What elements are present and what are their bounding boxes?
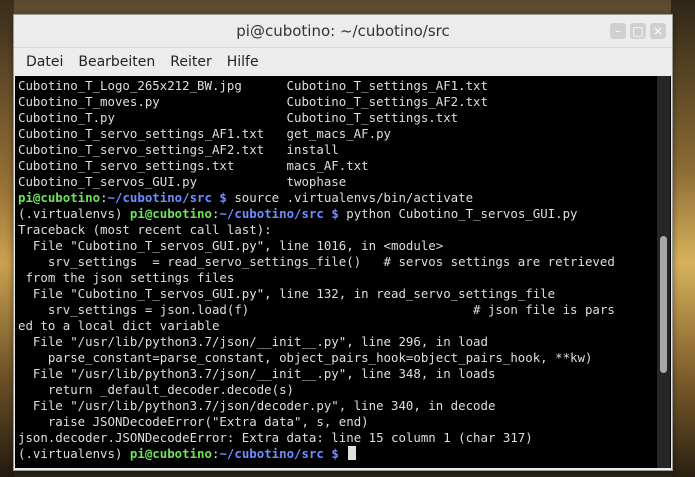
terminal-scrollbar[interactable] <box>657 76 670 468</box>
output-line: parse_constant=parse_constant, object_pa… <box>18 350 593 365</box>
file-name: Cubotino_T_servo_settings_AF1.txt <box>18 126 265 141</box>
ls-row: Cubotino_T_servo_settings.txt macs_AF.txt <box>18 158 655 174</box>
window-title: pi@cubotino: ~/cubotino/src <box>236 22 450 40</box>
prompt-path: ~/cubotino/src $ <box>107 190 227 205</box>
text-cursor <box>348 446 357 460</box>
file-name: Cubotino_T_settings_AF2.txt <box>286 94 488 109</box>
maximize-icon[interactable]: □ <box>630 23 646 39</box>
file-name: Cubotino_T.py <box>18 110 115 125</box>
output-line: Traceback (most recent call last): <box>18 222 272 237</box>
menu-bar: Datei Bearbeiten Reiter Hilfe <box>14 48 672 76</box>
output-line: srv_settings = read_servo_settings_file(… <box>18 254 615 269</box>
file-name: Cubotino_T_settings_AF1.txt <box>286 78 488 93</box>
shell-prompt-line: (.virtualenvs) pi@cubotino:~/cubotino/sr… <box>18 446 655 462</box>
file-name: Cubotino_T_servo_settings_AF2.txt <box>18 142 265 157</box>
title-bar[interactable]: pi@cubotino: ~/cubotino/src – □ × <box>14 15 672 48</box>
terminal-window: pi@cubotino: ~/cubotino/src – □ × Datei … <box>13 14 673 471</box>
file-name: Cubotino_T_servos_GUI.py <box>18 174 198 189</box>
shell-prompt-line: (.virtualenvs) pi@cubotino:~/cubotino/sr… <box>18 206 655 222</box>
file-name: macs_AF.txt <box>286 158 369 173</box>
output-line: srv_settings = json.load(f) # json file … <box>18 302 615 317</box>
ls-row: Cubotino_T_servo_settings_AF1.txt get_mac… <box>18 126 655 142</box>
file-name: get_macs_AF.py <box>286 126 391 141</box>
ls-row: Cubotino_T.py Cubotino_T_settings.txt <box>18 110 655 126</box>
file-name: Cubotino_T_servo_settings.txt <box>18 158 235 173</box>
prompt-path: ~/cubotino/src $ <box>219 446 339 461</box>
minimize-icon[interactable]: – <box>610 23 626 39</box>
ls-row: Cubotino_T_servo_settings_AF2.txt install <box>18 142 655 158</box>
menu-reiter[interactable]: Reiter <box>164 54 217 70</box>
window-controls: – □ × <box>610 23 666 39</box>
desktop-wallpaper-right <box>671 0 695 477</box>
file-name: Cubotino_T_Logo_265x212_BW.jpg <box>18 78 242 93</box>
close-icon[interactable]: × <box>650 23 666 39</box>
output-line: return _default_decoder.decode(s) <box>18 382 295 397</box>
ls-row: Cubotino_T_Logo_265x212_BW.jpg Cubotino_T… <box>18 78 655 94</box>
scrollbar-thumb[interactable] <box>660 236 667 373</box>
terminal-lines: Cubotino_T_Logo_265x212_BW.jpg Cubotino_T… <box>18 78 655 462</box>
command-text: python Cubotino_T_servos_GUI.py <box>338 206 578 221</box>
output-line: File "Cubotino_T_servos_GUI.py", line 13… <box>18 286 556 301</box>
terminal-output[interactable]: Cubotino_T_Logo_265x212_BW.jpg Cubotino_T… <box>15 76 671 468</box>
output-line: ed to a local dict variable <box>18 318 220 333</box>
file-name: Cubotino_T_moves.py <box>18 94 160 109</box>
output-line: json.decoder.JSONDecodeError: Extra data… <box>18 430 533 445</box>
menu-datei[interactable]: Datei <box>20 54 69 70</box>
ls-row: Cubotino_T_servos_GUI.py twophase <box>18 174 655 190</box>
file-name: install <box>286 142 339 157</box>
output-line: from the json settings files <box>18 270 235 285</box>
output-line: File "/usr/lib/python3.7/json/__init__.p… <box>18 334 488 349</box>
file-name: Cubotino_T_settings.txt <box>286 110 459 125</box>
ls-row: Cubotino_T_moves.py Cubotino_T_settings_A… <box>18 94 655 110</box>
output-line: File "/usr/lib/python3.7/json/__init__.p… <box>18 366 496 381</box>
desktop-wallpaper-left <box>0 0 14 477</box>
venv-indicator: (.virtualenvs) <box>18 206 123 221</box>
prompt-separator: : <box>100 190 108 205</box>
shell-prompt-line: pi@cubotino:~/cubotino/src $ source .vir… <box>18 190 655 206</box>
output-line: File "Cubotino_T_servos_GUI.py", line 10… <box>18 238 444 253</box>
output-line: raise JSONDecodeError("Extra data", s, e… <box>18 414 369 429</box>
venv-indicator: (.virtualenvs) <box>18 446 123 461</box>
file-name: twophase <box>286 174 347 189</box>
menu-bearbeiten[interactable]: Bearbeiten <box>72 54 161 70</box>
command-text: source .virtualenvs/bin/activate <box>226 190 474 205</box>
output-line: File "/usr/lib/python3.7/json/decoder.py… <box>18 398 496 413</box>
menu-hilfe[interactable]: Hilfe <box>221 54 265 70</box>
prompt-user: pi@cubotino <box>129 206 212 221</box>
prompt-user: pi@cubotino <box>129 446 212 461</box>
prompt-user: pi@cubotino <box>18 190 101 205</box>
prompt-path: ~/cubotino/src $ <box>219 206 339 221</box>
